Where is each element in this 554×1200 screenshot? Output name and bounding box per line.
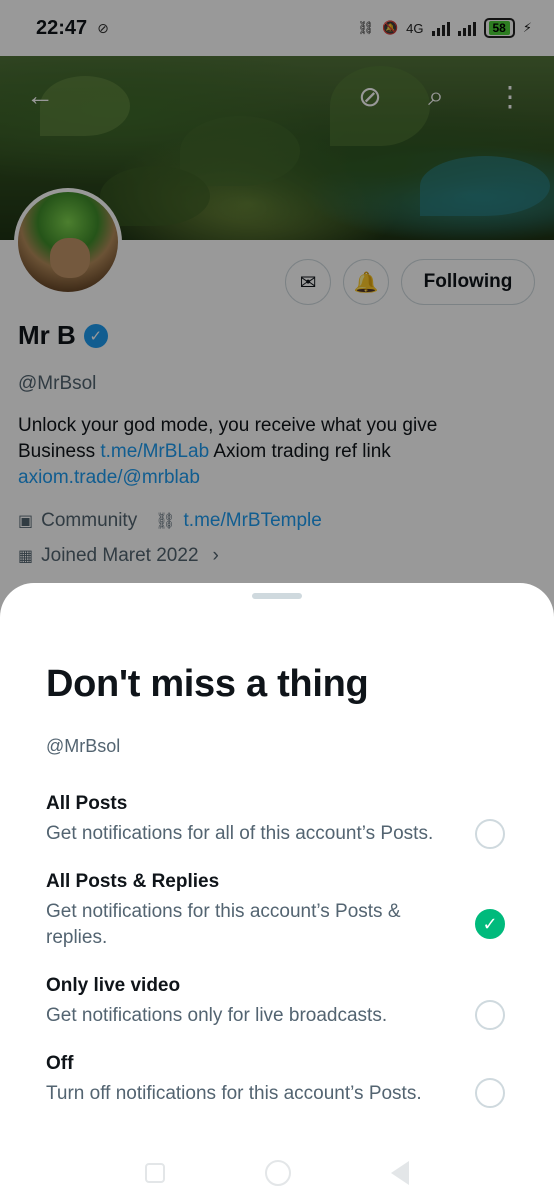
option-all-posts-replies[interactable]: All Posts & Replies Get notifications fo… [46,871,516,951]
option-desc: Get notifications for this account’s Pos… [46,901,401,948]
option-desc: Get notifications only for live broadcas… [46,1005,388,1026]
option-title: All Posts & Replies [46,871,220,892]
option-all-posts[interactable]: All Posts Get notifications for all of t… [46,793,516,847]
option-live-video[interactable]: Only live video Get notifications only f… [46,975,516,1029]
status-dim-overlay [0,0,554,56]
option-off[interactable]: Off Turn off notifications for this acco… [46,1053,516,1107]
radio-all-posts-replies[interactable]: ✓ [475,909,505,939]
radio-all-posts[interactable] [475,819,505,849]
sheet-grabber[interactable] [252,593,302,599]
option-desc: Get notifications for all of this accoun… [46,823,434,844]
back-button[interactable] [391,1160,409,1185]
option-title: All Posts [46,793,128,814]
recents-button[interactable] [145,1162,165,1183]
option-title: Only live video [46,975,181,996]
system-nav-bar [0,1145,554,1200]
notification-sheet: Don't miss a thing @MrBsol All Posts Get… [0,583,554,1200]
sheet-handle: @MrBsol [46,736,121,756]
sheet-title: Don't miss a thing [46,663,369,705]
home-button[interactable] [265,1159,291,1186]
radio-live-video[interactable] [475,1000,505,1030]
option-title: Off [46,1053,74,1074]
check-icon: ✓ [482,913,498,934]
radio-off[interactable] [475,1078,505,1108]
option-desc: Turn off notifications for this account’… [46,1083,422,1104]
